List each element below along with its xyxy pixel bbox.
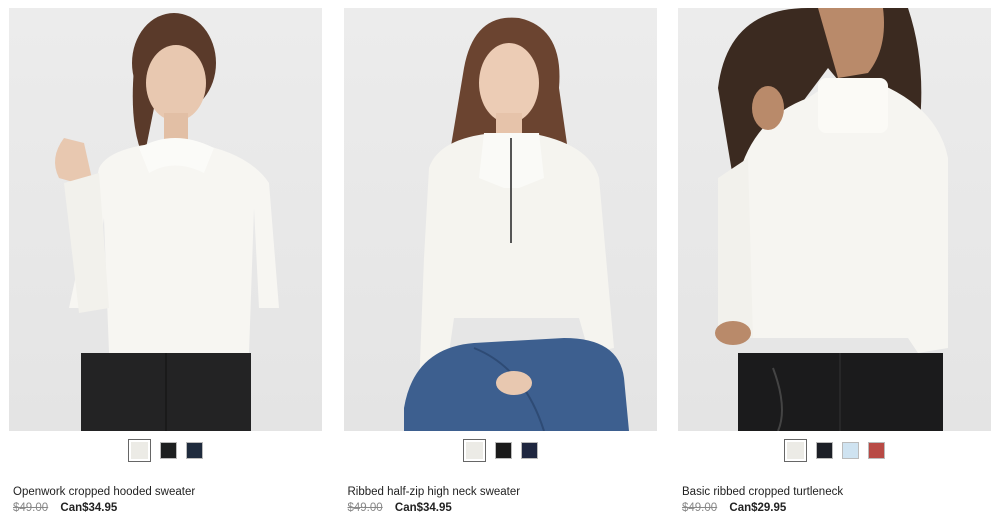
sale-price: Can$29.95 [729, 502, 787, 514]
product-price: $49.00 Can$29.95 [682, 501, 991, 515]
original-price: $49.00 [347, 502, 383, 514]
sale-price: Can$34.95 [60, 502, 118, 514]
product-price: $49.00 Can$34.95 [348, 501, 657, 515]
product-price: $49.00 Can$34.95 [13, 501, 322, 515]
color-swatches [9, 437, 322, 463]
original-price: $49.00 [13, 502, 49, 514]
color-swatch-ivory[interactable] [462, 438, 486, 462]
product-image[interactable] [678, 8, 991, 431]
product-card[interactable]: Openwork cropped hooded sweater $49.00 C… [9, 8, 322, 515]
color-swatch-ivory[interactable] [784, 438, 807, 462]
product-image[interactable] [343, 8, 657, 431]
color-swatch-black[interactable] [160, 441, 177, 459]
product-name[interactable]: Openwork cropped hooded sweater [13, 485, 322, 499]
color-swatch-ivory[interactable] [128, 438, 151, 462]
color-swatch-black[interactable] [494, 441, 512, 459]
product-card[interactable]: Ribbed half-zip high neck sweater $49.00… [343, 8, 657, 515]
color-swatch-red[interactable] [868, 441, 885, 459]
color-swatches [678, 437, 991, 463]
product-card[interactable]: Basic ribbed cropped turtleneck $49.00 C… [678, 8, 991, 515]
color-swatch-navy[interactable] [520, 441, 538, 459]
color-swatch-light-blue[interactable] [842, 441, 859, 459]
product-image[interactable] [9, 8, 322, 431]
product-grid: Openwork cropped hooded sweater $49.00 C… [9, 8, 991, 515]
color-swatch-navy[interactable] [186, 441, 203, 459]
product-name[interactable]: Ribbed half-zip high neck sweater [348, 485, 657, 499]
sale-price: Can$34.95 [394, 502, 452, 514]
color-swatches [344, 437, 657, 463]
original-price: $49.00 [682, 502, 718, 514]
product-name[interactable]: Basic ribbed cropped turtleneck [682, 485, 991, 499]
color-swatch-black[interactable] [816, 441, 833, 459]
